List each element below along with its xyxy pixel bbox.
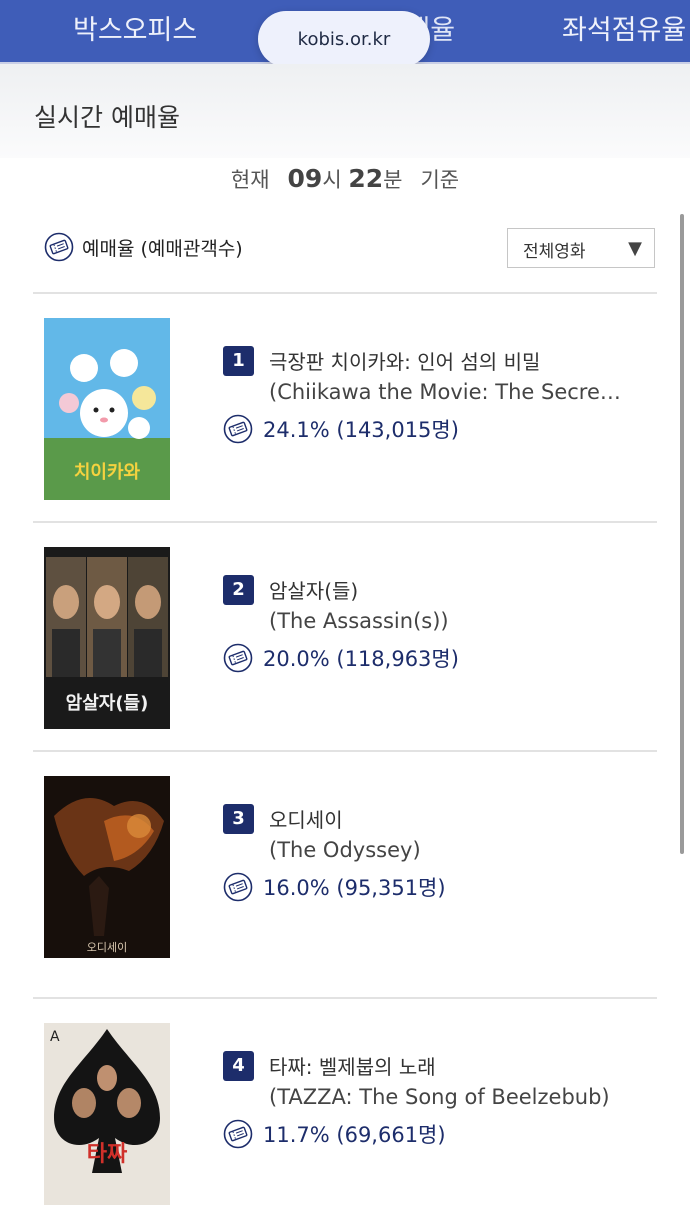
reservation-rate-text: 16.0% (95,351명) [263,876,446,900]
ticket-icon [223,872,253,902]
movie-list-item[interactable]: 암살자(들) 2 암살자(들) (The Assassin(s)) 20.0% … [0,523,690,751]
movie-poster[interactable]: 치이카와 [44,318,170,500]
movie-list-item[interactable]: 치이카와 1 극장판 치이카와: 인어 섬의 비밀 (Chiikawa the … [0,294,690,522]
svg-text:A: A [50,1029,60,1045]
reservation-rate-text: 11.7% (69,661명) [263,1123,446,1147]
movie-title-korean[interactable]: 암살자(들) [269,575,358,604]
scrollbar[interactable] [680,214,684,854]
section-title: 실시간 예매율 [34,103,180,132]
movie-title-english[interactable]: (The Assassin(s)) [269,609,449,633]
reservation-rate: 11.7% (69,661명) [223,1119,446,1149]
time-prefix: 현재 [230,168,270,192]
chevron-down-icon: ▼ [628,238,642,259]
tab-box-office[interactable]: 박스오피스 [73,8,197,47]
movie-title-korean[interactable]: 극장판 치이카와: 인어 섬의 비밀 [269,346,540,375]
poster-caption: 치이카와 [74,462,141,483]
ticket-icon [223,643,253,673]
time-hour: 09 [287,164,323,193]
poster-caption: 암살자(들) [66,693,149,714]
current-time: 현재 09시 22분 기준 [0,164,690,194]
movie-poster[interactable]: 암살자(들) [44,547,170,729]
reservation-rate: 24.1% (143,015명) [223,414,459,444]
legend: 예매율 (예매관객수) [44,232,243,262]
movie-title-korean[interactable]: 타짜: 벨제붑의 노래 [269,1051,436,1080]
movie-title-korean[interactable]: 오디세이 [269,804,343,833]
reservation-rate-text: 24.1% (143,015명) [263,418,459,442]
movie-poster[interactable]: A 타짜 [44,1023,170,1205]
time-minute-unit: 분 [383,168,403,192]
movie-title-english[interactable]: (Chiikawa the Movie: The Secre… [269,380,621,404]
ticket-icon [44,232,74,262]
rank-badge: 2 [223,575,254,605]
poster-caption: 타짜 [87,1142,128,1167]
legend-label: 예매율 (예매관객수) [82,237,243,260]
section-header: 실시간 예매율 [0,64,690,158]
poster-caption: 오디세이 [87,941,127,954]
time-suffix: 기준 [420,168,460,192]
time-hour-unit: 시 [322,168,342,192]
rank-badge: 1 [223,346,254,376]
reservation-rate: 20.0% (118,963명) [223,643,459,673]
movie-title-english[interactable]: (The Odyssey) [269,838,421,862]
movie-list-item[interactable]: A 타짜 4 타짜: 벨제붑의 노래 (TAZZA: The Song of B… [0,999,690,1227]
reservation-rate: 16.0% (95,351명) [223,872,446,902]
reservation-rate-text: 20.0% (118,963명) [263,647,459,671]
browser-url-pill[interactable]: kobis.or.kr [258,11,430,67]
movie-list-item[interactable]: 오디세이 3 오디세이 (The Odyssey) 16.0% (95,351명… [0,752,690,980]
rank-badge: 3 [223,804,254,834]
movie-title-english[interactable]: (TAZZA: The Song of Beelzebub) [269,1085,610,1109]
time-minute: 22 [348,164,384,193]
tab-seat-occupancy[interactable]: 좌석점유율 [562,8,686,47]
ticket-icon [223,1119,253,1149]
rank-badge: 4 [223,1051,254,1081]
ticket-icon [223,414,253,444]
movie-filter-select[interactable]: 전체영화 ▼ [507,228,655,268]
filter-selected-value: 전체영화 [523,242,586,262]
movie-poster[interactable]: 오디세이 [44,776,170,958]
